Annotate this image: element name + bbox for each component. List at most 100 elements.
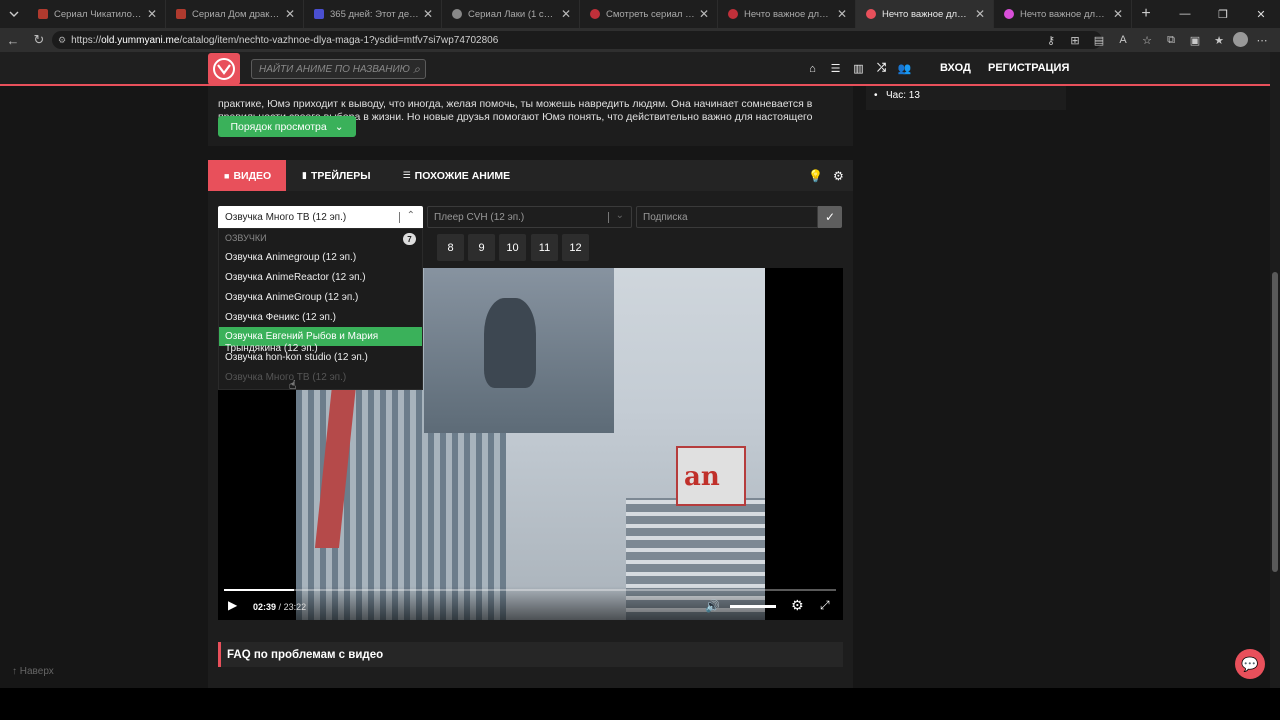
- tab-close-icon[interactable]: ✕: [147, 7, 157, 21]
- tab-favicon-icon: [1004, 9, 1014, 19]
- dub-select[interactable]: Озвучка Много ТВ (12 эп.) ⌃: [218, 206, 423, 228]
- tab-close-icon[interactable]: ✕: [837, 7, 847, 21]
- tab-title: Нечто важное для мага 1 —: [882, 8, 971, 20]
- episode-button[interactable]: 12: [562, 234, 589, 261]
- chat-bubble-icon[interactable]: 💬: [1235, 649, 1265, 679]
- tab-close-icon[interactable]: ✕: [975, 7, 985, 21]
- dropdown-option[interactable]: Озвучка AnimeReactor (12 эп.): [219, 267, 422, 287]
- scrollbar-thumb[interactable]: [1272, 272, 1278, 572]
- browser-tab-8[interactable]: Нечто важное для мага см ✕: [994, 0, 1132, 28]
- fullscreen-icon[interactable]: ⤢: [820, 598, 830, 613]
- install-app-icon[interactable]: ⊞: [1065, 30, 1085, 50]
- url-field[interactable]: ⚙ https:// old.yummyani.me /catalog/item…: [52, 31, 1102, 49]
- browser-tab-1[interactable]: Сериал Чикатило 1 сезон с ✕: [28, 0, 166, 28]
- chevron-down-icon: ⌄: [334, 120, 344, 133]
- tab-favicon-icon: [728, 9, 738, 19]
- home-icon[interactable]: ⌂: [804, 60, 821, 77]
- tab-favicon-icon: [866, 9, 876, 19]
- tab-similar-label: ПОХОЖИЕ АНИМЕ: [414, 169, 511, 182]
- profile-avatar[interactable]: [1233, 32, 1248, 47]
- subscription-placeholder: Подписка: [643, 211, 688, 223]
- close-window-icon[interactable]: ✕: [1242, 0, 1280, 28]
- back-arrow-icon[interactable]: ←: [0, 33, 26, 48]
- dropdown-option[interactable]: Озвучка Много ТВ (12 эп.): [219, 367, 422, 387]
- top-chart-icon[interactable]: ▥: [850, 60, 867, 77]
- catalog-list-icon[interactable]: ☰: [827, 60, 844, 77]
- tab-favicon-icon: [314, 9, 324, 19]
- video-time: 02:39 / 23:22: [253, 602, 307, 612]
- faq-section-header[interactable]: FAQ по проблемам с видео: [218, 642, 843, 667]
- tab-title: Сериал Дом дракона 3 сез: [192, 8, 281, 20]
- watch-order-button[interactable]: Порядок просмотра ⌄: [218, 116, 356, 137]
- episode-button[interactable]: 8: [437, 234, 464, 261]
- lightbulb-icon[interactable]: 💡: [808, 169, 823, 183]
- reload-icon[interactable]: ↻: [26, 32, 52, 48]
- browser-tab-2[interactable]: Сериал Дом дракона 3 сез ✕: [166, 0, 304, 28]
- extensions-icon[interactable]: ⧉: [1161, 30, 1181, 50]
- video-progress-bar[interactable]: [224, 589, 836, 591]
- dropdown-option[interactable]: Озвучка Феникс (12 эп.): [219, 307, 422, 327]
- bullet-icon: •: [874, 90, 878, 101]
- tab-close-icon[interactable]: ✕: [699, 7, 709, 21]
- play-icon[interactable]: ▶: [228, 598, 237, 612]
- dropdown-option[interactable]: Озвучка Animegroup (12 эп.): [219, 247, 422, 267]
- browser-tab-5[interactable]: Смотреть сериал Дом Дра ✕: [580, 0, 718, 28]
- favorite-star-icon[interactable]: ☆: [1137, 30, 1157, 50]
- tab-close-icon[interactable]: ✕: [423, 7, 433, 21]
- site-info-icon[interactable]: ⚙: [58, 35, 66, 46]
- register-link[interactable]: РЕГИСТРАЦИЯ: [988, 62, 1069, 74]
- volume-slider[interactable]: [730, 605, 776, 608]
- tab-trailers[interactable]: ▮ ТРЕЙЛЕРЫ: [286, 160, 387, 191]
- subscribe-check-button[interactable]: ✓: [818, 206, 842, 228]
- random-shuffle-icon[interactable]: ⤮: [873, 60, 890, 77]
- users-icon[interactable]: 👥: [896, 60, 913, 77]
- search-placeholder: НАЙТИ АНИМЕ ПО НАЗВАНИЮ: [259, 63, 410, 75]
- tab-video[interactable]: ■ ВИДЕО: [208, 160, 286, 191]
- tab-similar[interactable]: ☰ ПОХОЖИЕ АНИМЕ: [387, 160, 527, 191]
- film-icon: ▮: [302, 170, 307, 180]
- anime-search-input[interactable]: НАЙТИ АНИМЕ ПО НАЗВАНИЮ ⌕: [251, 59, 426, 79]
- player-select[interactable]: Плеер CVH (12 эп.) ⌄: [427, 206, 632, 228]
- scroll-to-top-link[interactable]: ↑ Наверх: [12, 666, 54, 677]
- reader-icon[interactable]: ▤: [1089, 30, 1109, 50]
- more-menu-icon[interactable]: ⋯: [1252, 30, 1272, 50]
- minimize-icon[interactable]: —: [1166, 0, 1204, 28]
- login-link[interactable]: ВХОД: [940, 62, 971, 74]
- player-tabs: ■ ВИДЕО ▮ ТРЕЙЛЕРЫ ☰ ПОХОЖИЕ АНИМЕ: [208, 160, 853, 191]
- tab-close-icon[interactable]: ✕: [561, 7, 571, 21]
- url-scheme: https://: [71, 34, 102, 46]
- episode-button[interactable]: 11: [531, 234, 558, 261]
- dropdown-option[interactable]: Озвучка AnimeGroup (12 эп.): [219, 287, 422, 307]
- volume-icon[interactable]: 🔊: [705, 599, 720, 613]
- site-header: НАЙТИ АНИМЕ ПО НАЗВАНИЮ ⌕ ⌂ ☰ ▥ ⤮ 👥 ВХОД…: [0, 52, 1270, 86]
- maximize-icon[interactable]: ❐: [1204, 0, 1242, 28]
- browser-tab-4[interactable]: Сериал Лаки (1 сезон) см ✕: [442, 0, 580, 28]
- split-screen-icon[interactable]: ▣: [1185, 30, 1205, 50]
- dub-select-value: Озвучка Много ТВ (12 эп.): [225, 211, 347, 223]
- tab-close-icon[interactable]: ✕: [285, 7, 295, 21]
- tab-list-menu-icon[interactable]: [0, 0, 28, 28]
- site-logo-icon[interactable]: [208, 53, 240, 85]
- chevron-up-icon: ⌃: [406, 210, 415, 221]
- tab-title: 365 дней: Этот день (филь: [330, 8, 419, 20]
- browser-tab-6[interactable]: Нечто важное для мага — ✕: [718, 0, 856, 28]
- browser-tab-3[interactable]: 365 дней: Этот день (филь ✕: [304, 0, 442, 28]
- video-settings-gear-icon[interactable]: ⚙: [791, 597, 804, 614]
- subscription-input[interactable]: Подписка: [636, 206, 818, 228]
- key-icon[interactable]: ⚷: [1041, 30, 1061, 50]
- search-icon[interactable]: ⌕: [413, 62, 420, 77]
- url-path: /catalog/item/nechto-vazhnoe-dlya-maga-1…: [179, 34, 499, 46]
- dropdown-option[interactable]: Озвучка hon-kon studio (12 эп.): [219, 347, 422, 367]
- read-aloud-icon[interactable]: A: [1113, 30, 1133, 50]
- favorites-icon[interactable]: ★: [1209, 30, 1229, 50]
- address-toolbar: ← ↻ ⚙ https:// old.yummyani.me /catalog/…: [0, 28, 1280, 52]
- episode-button[interactable]: 9: [468, 234, 495, 261]
- episode-button[interactable]: 10: [499, 234, 526, 261]
- tab-title: Смотреть сериал Дом Дра: [606, 8, 695, 20]
- tab-close-icon[interactable]: ✕: [1113, 7, 1123, 21]
- player-settings-gear-icon[interactable]: ⚙: [833, 169, 844, 183]
- tab-title: Нечто важное для мага см: [1020, 8, 1109, 20]
- browser-tab-7-active[interactable]: Нечто важное для мага 1 — ✕: [856, 0, 994, 28]
- new-tab-plus-icon[interactable]: +: [1132, 5, 1160, 23]
- page-scrollbar[interactable]: [1270, 52, 1280, 688]
